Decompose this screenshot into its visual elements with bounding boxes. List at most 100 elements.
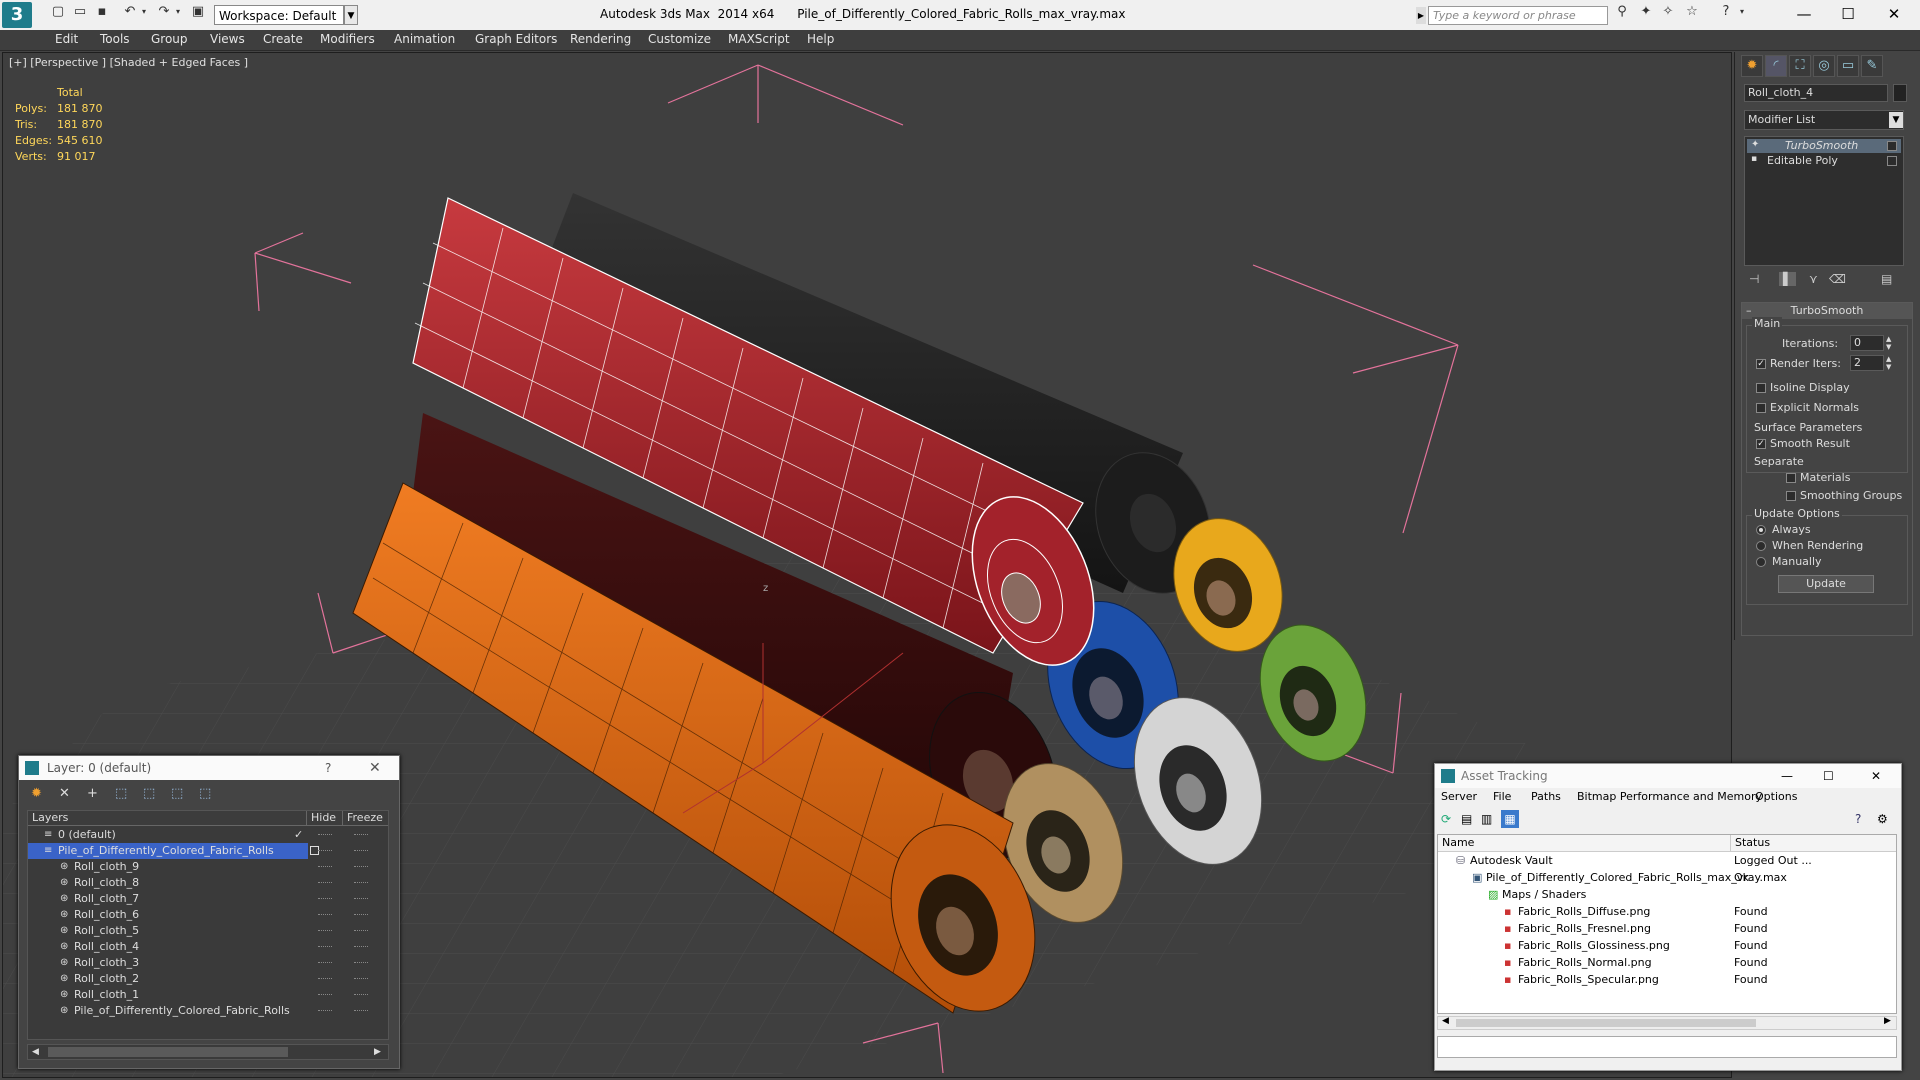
save-file-icon[interactable]: ▪ <box>94 4 110 20</box>
asset-maximize-icon[interactable]: ☐ <box>1823 764 1834 788</box>
layer-window-titlebar[interactable]: Layer: 0 (default) ? ✕ <box>19 756 399 780</box>
stack-item-toggle[interactable] <box>1887 141 1897 151</box>
binoculars-icon[interactable]: ⚲ <box>1614 4 1630 20</box>
asset-row[interactable]: ▨ Maps / Shaders <box>1438 886 1898 903</box>
column-freeze[interactable]: Freeze <box>342 811 383 825</box>
freeze-toggle[interactable] <box>354 914 368 917</box>
display-tab-icon[interactable]: ▭ <box>1837 55 1859 77</box>
menu-tools[interactable]: Tools <box>100 32 130 46</box>
hide-all-layers-icon[interactable]: ⬚ <box>171 786 183 801</box>
hide-toggle[interactable] <box>318 834 332 837</box>
freeze-toggle[interactable] <box>354 882 368 885</box>
favorites-star-icon[interactable]: ☆ <box>1684 4 1700 20</box>
freeze-toggle[interactable] <box>354 978 368 981</box>
asset-row[interactable]: ▪ Fabric_Rolls_Diffuse.png Found <box>1438 903 1898 920</box>
smoothing-groups-checkbox[interactable] <box>1786 491 1796 501</box>
layer-row[interactable]: ⊛ Roll_cloth_9 <box>28 859 383 875</box>
modifier-list-arrow-icon[interactable]: ▼ <box>1889 112 1903 128</box>
modify-tab-icon[interactable]: ◜ <box>1765 55 1787 77</box>
menu-graph-editors[interactable]: Graph Editors <box>475 32 557 46</box>
hide-toggle[interactable] <box>318 850 332 853</box>
help-dropdown-icon[interactable]: ▾ <box>1734 4 1750 20</box>
workspace-dropdown-arrow[interactable]: ▼ <box>344 5 358 25</box>
maximize-button[interactable]: ☐ <box>1826 2 1870 26</box>
refresh-icon[interactable]: ⟳ <box>1441 812 1451 826</box>
freeze-toggle[interactable] <box>354 994 368 997</box>
iterations-spinner-arrows-icon[interactable]: ▲ ▼ <box>1886 335 1891 351</box>
new-file-icon[interactable]: ▢ <box>50 4 66 20</box>
layer-row[interactable]: ⊛ Roll_cloth_1 <box>28 987 383 1003</box>
menu-create[interactable]: Create <box>263 32 303 46</box>
workspace-dropdown[interactable]: Workspace: Default <box>214 5 344 25</box>
motion-tab-icon[interactable]: ◎ <box>1813 55 1835 77</box>
layer-row[interactable]: ⊛ Roll_cloth_4 <box>28 939 383 955</box>
layer-row[interactable]: ≡ Pile_of_Differently_Colored_Fabric_Roll… <box>28 843 368 859</box>
hide-toggle[interactable] <box>318 994 332 997</box>
render-iters-checkbox[interactable]: ✓ <box>1756 359 1766 369</box>
layer-row[interactable]: ⊛ Roll_cloth_2 <box>28 971 383 987</box>
menu-animation[interactable]: Animation <box>394 32 455 46</box>
hierarchy-tab-icon[interactable]: ⛶ <box>1789 55 1811 77</box>
always-radio[interactable] <box>1756 525 1766 535</box>
column-status[interactable]: Status <box>1730 835 1770 851</box>
asset-close-icon[interactable]: ✕ <box>1871 764 1881 788</box>
layer-close-icon[interactable]: ✕ <box>369 756 381 780</box>
render-iters-spinner-arrows-icon[interactable]: ▲ ▼ <box>1886 355 1891 371</box>
iterations-spinner[interactable]: 0 <box>1850 335 1884 351</box>
freeze-toggle[interactable] <box>354 898 368 901</box>
when-rendering-radio[interactable] <box>1756 541 1766 551</box>
table-view-icon[interactable]: ▦ <box>1501 810 1519 828</box>
hide-toggle[interactable] <box>318 866 332 869</box>
layer-row[interactable]: ⊛ Roll_cloth_6 <box>28 907 383 923</box>
layer-row[interactable]: ⊛ Pile_of_Differently_Colored_Fabric_Roll… <box>28 1003 383 1019</box>
search-input[interactable]: Type a keyword or phrase <box>1428 6 1608 25</box>
viewport-label[interactable]: [+] [Perspective ] [Shaded + Edged Faces… <box>9 56 248 69</box>
communication-center-icon[interactable]: ✧ <box>1660 4 1676 20</box>
thumbnail-view-icon[interactable]: ▥ <box>1481 812 1492 826</box>
hide-toggle[interactable] <box>318 1010 332 1013</box>
asset-path-field[interactable] <box>1437 1036 1897 1058</box>
hide-toggle[interactable] <box>318 962 332 965</box>
hide-toggle[interactable] <box>318 978 332 981</box>
menu-help[interactable]: Help <box>807 32 834 46</box>
freeze-toggle[interactable] <box>354 946 368 949</box>
settings-icon[interactable]: ⚙ <box>1877 812 1888 826</box>
menu-rendering[interactable]: Rendering <box>570 32 631 46</box>
highlight-layer-icon[interactable]: ⬚ <box>143 786 155 801</box>
asset-minimize-icon[interactable]: — <box>1781 764 1793 788</box>
asset-menu-file[interactable]: File <box>1493 788 1511 806</box>
menu-edit[interactable]: Edit <box>55 32 78 46</box>
asset-row[interactable]: ⛁ Autodesk Vault Logged Out ... <box>1438 852 1898 869</box>
scroll-left-icon[interactable]: ◀ <box>32 1045 39 1059</box>
menu-maxscript[interactable]: MAXScript <box>728 32 790 46</box>
layer-help-button[interactable]: ? <box>325 756 331 780</box>
column-hide[interactable]: Hide <box>306 811 336 825</box>
project-folder-icon[interactable]: ▣ <box>190 4 206 20</box>
layer-row[interactable]: ⊛ Roll_cloth_3 <box>28 955 383 971</box>
add-to-layer-icon[interactable]: + <box>87 786 98 801</box>
collapse-icon[interactable]: – <box>1746 303 1752 319</box>
asset-window-titlebar[interactable]: Asset Tracking — ☐ ✕ <box>1435 764 1901 788</box>
stack-item-toggle[interactable] <box>1887 156 1897 166</box>
explicit-normals-checkbox[interactable] <box>1756 403 1766 413</box>
list-view-icon[interactable]: ▤ <box>1461 812 1472 826</box>
asset-row[interactable]: ▪ Fabric_Rolls_Normal.png Found <box>1438 954 1898 971</box>
layer-row[interactable]: ⊛ Roll_cloth_5 <box>28 923 383 939</box>
scroll-left-icon[interactable]: ◀ <box>1442 1016 1449 1026</box>
freeze-toggle[interactable] <box>354 1010 368 1013</box>
undo-dropdown-icon[interactable]: ▾ <box>136 4 152 20</box>
layer-row[interactable]: ⊛ Roll_cloth_8 <box>28 875 383 891</box>
hide-toggle[interactable] <box>318 882 332 885</box>
freeze-toggle[interactable] <box>354 866 368 869</box>
select-objects-icon[interactable]: ⬚ <box>115 786 127 801</box>
asset-menu-bitmap-performance[interactable]: Bitmap Performance and Memory <box>1577 788 1762 806</box>
redo-dropdown-icon[interactable]: ▾ <box>170 4 186 20</box>
isoline-display-checkbox[interactable] <box>1756 383 1766 393</box>
asset-row[interactable]: ▪ Fabric_Rolls_Fresnel.png Found <box>1438 920 1898 937</box>
create-tab-icon[interactable]: ✹ <box>1741 55 1763 77</box>
asset-horizontal-scrollbar[interactable]: ◀ ▶ <box>1437 1016 1897 1030</box>
asset-menu-server[interactable]: Server <box>1441 788 1477 806</box>
help-icon[interactable]: ? <box>1855 812 1861 826</box>
scroll-right-icon[interactable]: ▶ <box>374 1045 381 1059</box>
minimize-button[interactable]: — <box>1782 2 1826 26</box>
